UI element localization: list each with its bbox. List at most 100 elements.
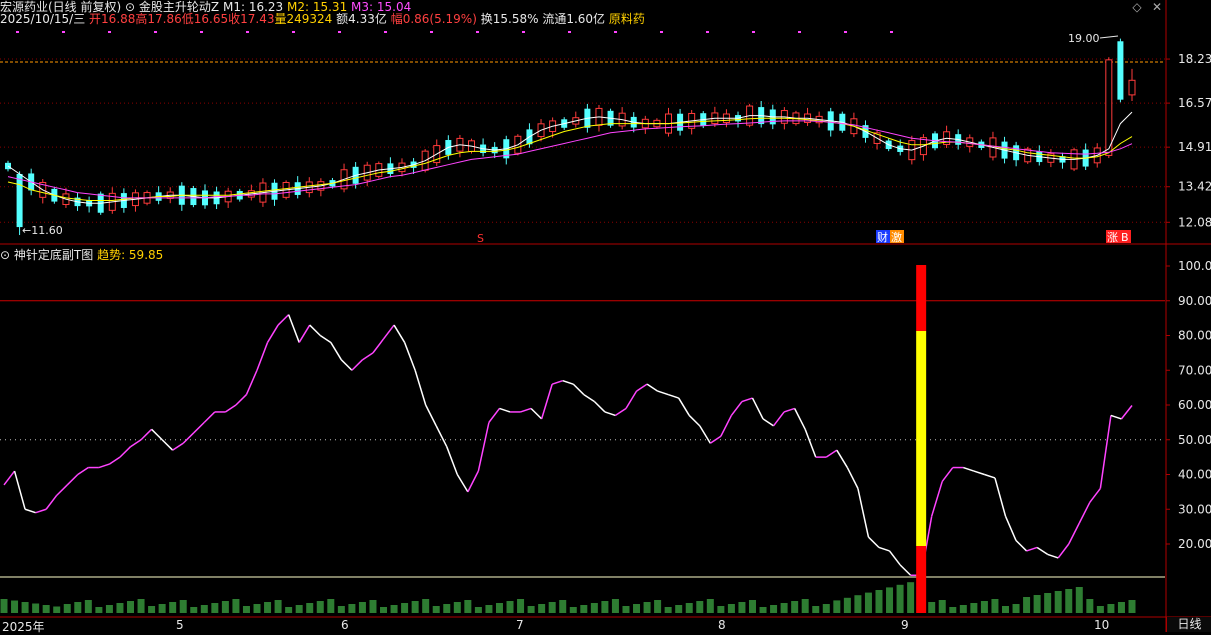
volume-bar xyxy=(875,590,883,613)
volume-bar xyxy=(886,587,894,613)
trend-segment xyxy=(1089,487,1101,503)
header-dot xyxy=(292,31,295,33)
trend-segment xyxy=(878,546,890,552)
header-dot xyxy=(338,31,341,33)
header-dot xyxy=(246,31,249,33)
volume-bar xyxy=(780,603,788,613)
volume-bar xyxy=(1023,597,1031,613)
trend-segment xyxy=(319,334,332,344)
indicator-tick-label: 20.00 xyxy=(1178,537,1211,551)
volume-bar xyxy=(295,605,303,613)
volume-bar xyxy=(42,605,50,613)
indicator-tick-label: 90.00 xyxy=(1178,294,1211,308)
volume-bar xyxy=(527,606,535,613)
volume-bar xyxy=(717,606,725,613)
indicator-tick-label: 40.00 xyxy=(1178,468,1211,482)
volume-bar xyxy=(970,603,978,613)
high-price-pointer xyxy=(1099,35,1119,39)
volume-bar xyxy=(63,604,71,613)
signal-bar-yellow xyxy=(916,331,927,546)
volume-bar xyxy=(169,602,177,613)
trend-segment xyxy=(24,508,36,514)
volume-bar xyxy=(622,606,630,613)
low-price: 低16.65 xyxy=(181,12,229,26)
volume-bar xyxy=(675,605,683,613)
close-price: 收17.43 xyxy=(228,12,275,26)
trend-segment xyxy=(1004,515,1017,541)
close-icon[interactable]: ✕ xyxy=(1150,0,1164,14)
trend-segment xyxy=(793,408,806,430)
trend-segment xyxy=(899,564,912,576)
volume-bar xyxy=(517,599,525,613)
volume-bar xyxy=(495,603,503,613)
trend-segment xyxy=(657,390,669,396)
volume-bar xyxy=(506,601,514,613)
trend-segment xyxy=(741,397,753,403)
volume-bar xyxy=(105,605,113,613)
amount-value: 额4.33亿 xyxy=(336,12,387,26)
trend-segment xyxy=(277,314,290,326)
trend-segment xyxy=(456,474,469,493)
trend-segment xyxy=(1078,501,1091,524)
trend-segment xyxy=(130,439,142,448)
stock-chart: 18.23 16.57 14.91 13.42 12.08 100.0 90.00 80.00… xyxy=(0,0,1211,632)
volume-bar xyxy=(1044,593,1052,613)
candlestick-series[interactable] xyxy=(5,38,1136,236)
volume-bar xyxy=(1096,606,1104,613)
trend-segment xyxy=(836,449,849,468)
trend-segment xyxy=(604,411,616,417)
sub-chart-title[interactable]: 神针定底副T图 xyxy=(14,248,93,262)
volume-bar xyxy=(664,607,672,613)
volume-bar xyxy=(896,584,904,613)
header-dot xyxy=(108,31,111,33)
volume-bar xyxy=(369,600,377,613)
volume-bar xyxy=(759,607,767,613)
volume-bar xyxy=(907,582,915,613)
volume-bar xyxy=(401,603,409,613)
sector-label[interactable]: 原料药 xyxy=(609,10,645,27)
volume-bar xyxy=(991,599,999,613)
trend-segment xyxy=(520,407,532,413)
volume-bar xyxy=(274,600,282,613)
trend-segment xyxy=(330,342,342,361)
trend-segment xyxy=(667,393,679,399)
turnover-value: 换15.58% xyxy=(480,12,539,26)
volume-bar xyxy=(1075,587,1083,613)
header-dot xyxy=(752,31,755,33)
ma-line-m2 xyxy=(7,117,1133,201)
collapse-icon[interactable]: ⊙ xyxy=(0,248,10,262)
quote-date: 2025/10/15/三 xyxy=(0,12,86,26)
trend-segment xyxy=(245,369,258,395)
volume-bar xyxy=(253,604,261,613)
volume-bar xyxy=(306,603,314,613)
candle-body xyxy=(1128,79,1136,96)
volume-bar xyxy=(791,601,799,613)
trend-segment xyxy=(435,425,448,448)
trend-segment xyxy=(994,477,1007,517)
ma-line-m1 xyxy=(7,111,1133,204)
trend-segment xyxy=(266,324,279,343)
volume-bar xyxy=(316,601,324,613)
trend-segment xyxy=(203,411,216,423)
marker-s: S xyxy=(477,232,484,245)
trend-segment xyxy=(98,463,110,469)
header-dot xyxy=(430,31,433,33)
trend-segment xyxy=(783,407,795,413)
trend-segment xyxy=(1068,522,1080,545)
volume-bar xyxy=(137,599,145,613)
trend-segment xyxy=(930,481,943,517)
header-dot xyxy=(384,31,387,33)
volume-bars xyxy=(0,579,1136,613)
period-button[interactable]: 日线 xyxy=(1166,617,1211,632)
volume-bar xyxy=(1086,599,1094,613)
volume-bar xyxy=(211,603,219,613)
indicator-tick-label: 50.00 xyxy=(1178,433,1211,447)
trend-segment xyxy=(182,432,195,444)
trend-segment xyxy=(403,342,416,371)
header-dot xyxy=(706,31,709,33)
trend-segment xyxy=(720,415,733,437)
trend-segment xyxy=(414,370,427,406)
trend-segment xyxy=(477,422,490,472)
trend-segment xyxy=(751,397,764,420)
diamond-icon[interactable]: ◇ xyxy=(1130,0,1144,14)
